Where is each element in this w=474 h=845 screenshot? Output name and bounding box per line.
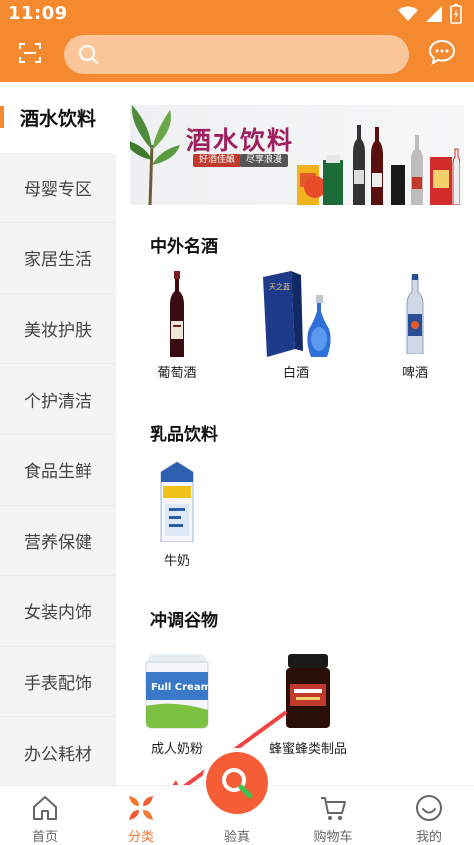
product-label: 白酒 — [282, 366, 309, 381]
milk-carton-icon — [160, 462, 194, 542]
product-honey[interactable]: 蜂蜜蜂类制品 — [263, 644, 353, 757]
search-header — [0, 28, 474, 82]
message-icon[interactable] — [428, 39, 456, 65]
tab-mine[interactable]: 我的 — [389, 786, 469, 845]
beer-bottle-icon — [406, 274, 424, 354]
category-item-baby[interactable]: 母婴专区 — [0, 153, 116, 224]
category-item-home[interactable]: 家居生活 — [0, 223, 116, 294]
product-label: 蜂蜜蜂类制品 — [268, 742, 347, 757]
category-icon — [129, 796, 153, 820]
category-item-watches[interactable]: 手表配饰 — [0, 647, 116, 718]
category-label: 女装内饰 — [24, 603, 92, 624]
banner-tag-2: 尽享浪漫 — [240, 154, 289, 167]
category-label: 酒水饮料 — [19, 107, 96, 130]
search-icon — [78, 44, 99, 65]
product-label: 葡萄酒 — [157, 366, 197, 381]
category-label: 办公耗材 — [24, 744, 92, 765]
signal-icon — [426, 6, 442, 22]
product-label: 牛奶 — [163, 554, 190, 569]
verify-center-button[interactable] — [206, 752, 268, 814]
banner-products-image — [297, 125, 460, 205]
svg-text:Full Cream: Full Cream — [151, 682, 210, 693]
product-baijiu[interactable]: 天之蓝 白酒 — [251, 268, 341, 381]
product-label: 啤酒 — [401, 366, 428, 381]
app-header-bar: 11:09 — [0, 0, 474, 82]
cart-icon — [321, 797, 346, 820]
category-content: 酒水饮料 好酒佳酿 尽享浪漫 中外名酒 葡萄酒 天之蓝 白酒 啤酒 乳品饮料 牛… — [116, 82, 474, 785]
home-icon — [33, 796, 57, 820]
product-label: 成人奶粉 — [150, 742, 203, 757]
milk-powder-can-icon: Full Cream — [145, 654, 210, 729]
category-item-health[interactable]: 营养保健 — [0, 506, 116, 577]
scan-icon[interactable] — [18, 41, 42, 65]
banner-tag-1: 好酒佳酿 — [193, 154, 242, 167]
baijiu-box-icon: 天之蓝 — [263, 271, 331, 357]
category-item-office[interactable]: 办公耗材 — [0, 717, 116, 788]
product-adult-milk-powder[interactable]: Full Cream 成人奶粉 — [132, 644, 222, 757]
battery-icon — [450, 4, 462, 24]
tab-label: 分类 — [127, 830, 154, 845]
plant-decoration — [130, 105, 180, 205]
tab-home[interactable]: 首页 — [5, 786, 85, 845]
honey-jar-icon — [286, 654, 330, 728]
category-label: 家居生活 — [24, 250, 92, 271]
banner-title: 酒水饮料 — [186, 126, 295, 155]
tab-label: 首页 — [31, 830, 58, 845]
status-bar: 11:09 — [0, 0, 474, 28]
product-beer[interactable]: 啤酒 — [370, 268, 460, 381]
section-title: 中外名酒 — [150, 237, 218, 257]
status-time: 11:09 — [8, 3, 68, 24]
category-label: 手表配饰 — [24, 674, 92, 695]
category-item-beauty[interactable]: 美妆护肤 — [0, 294, 116, 365]
svg-text:天之蓝: 天之蓝 — [269, 282, 290, 291]
category-item-personal-care[interactable]: 个护清洁 — [0, 364, 116, 435]
search-magnifier-icon — [222, 768, 253, 799]
tab-label: 验真 — [223, 830, 250, 845]
section-title: 乳品饮料 — [150, 425, 218, 445]
smile-icon — [416, 795, 442, 821]
category-label: 营养保健 — [24, 532, 92, 553]
product-wine[interactable]: 葡萄酒 — [132, 268, 222, 381]
category-label: 美妆护肤 — [24, 321, 92, 342]
wifi-icon — [398, 6, 418, 21]
status-icons — [398, 4, 462, 24]
section-title: 冲调谷物 — [150, 611, 218, 631]
category-sidebar: 酒水饮料 母婴专区 家居生活 美妆护肤 个护清洁 食品生鲜 营养保健 女装内饰 … — [0, 82, 116, 788]
tab-category[interactable]: 分类 — [101, 786, 181, 845]
tab-label: 购物车 — [313, 830, 353, 845]
wine-bottle-icon — [170, 271, 184, 357]
category-label: 母婴专区 — [24, 179, 92, 200]
category-label: 个护清洁 — [24, 391, 92, 412]
search-input[interactable] — [64, 35, 409, 74]
category-banner[interactable]: 酒水饮料 好酒佳酿 尽享浪漫 — [130, 105, 464, 205]
category-label: 食品生鲜 — [24, 462, 92, 483]
category-item-drinks[interactable]: 酒水饮料 — [0, 82, 116, 153]
tab-cart[interactable]: 购物车 — [293, 786, 373, 845]
tab-label: 我的 — [415, 830, 442, 845]
category-item-food[interactable]: 食品生鲜 — [0, 435, 116, 506]
category-item-womens[interactable]: 女装内饰 — [0, 576, 116, 647]
product-milk[interactable]: 牛奶 — [132, 456, 222, 569]
